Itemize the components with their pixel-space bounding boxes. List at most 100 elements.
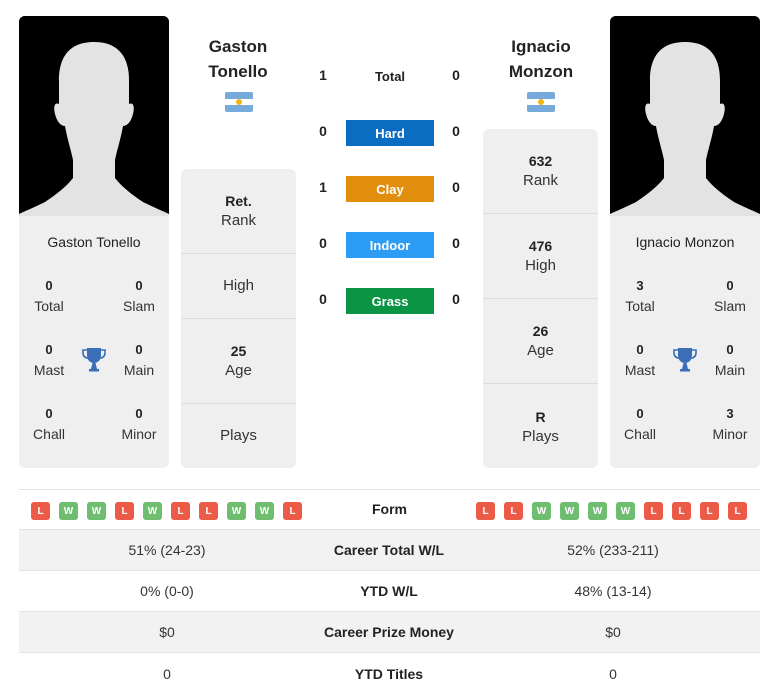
stat-value: 0 (45, 342, 53, 357)
player1-titles-slam: 0 Slam (109, 276, 169, 316)
surface-indoor-button[interactable]: Indoor (346, 232, 434, 258)
player2-name[interactable]: Ignacio Monzon (610, 234, 760, 250)
rank-value: 632 (528, 153, 553, 169)
h2h-hard-p1: 0 (319, 123, 327, 139)
form-badge-loss[interactable]: L (31, 502, 50, 520)
form-badge-loss[interactable]: L (728, 502, 747, 520)
stat-value: 0 (135, 278, 143, 293)
form-badge-loss[interactable]: L (115, 502, 134, 520)
stat-label: Career Prize Money (324, 624, 454, 640)
plays-label: Plays (220, 427, 257, 444)
player1-value: 0 (163, 665, 171, 682)
stat-label: Chall (624, 426, 656, 442)
plays-value: R (535, 408, 546, 425)
h2h-clay-p1: 1 (319, 179, 327, 195)
form-row: LWWLWLLWWL Form LLWWWWLLLL (19, 489, 760, 530)
stat-value: 0 (726, 342, 734, 357)
player2-value: 0 (609, 665, 617, 682)
form-badge-win[interactable]: W (227, 502, 246, 520)
high-label: High (223, 277, 254, 294)
surface-hard-button[interactable]: Hard (346, 120, 434, 146)
age-value: 25 (230, 343, 247, 359)
form-badge-win[interactable]: W (588, 502, 607, 520)
h2h-clay-p2: 0 (452, 179, 460, 195)
stat-label: Main (123, 362, 155, 378)
trophy-icon (82, 346, 106, 372)
player2-age: 26 Age (483, 299, 598, 384)
player2-value: 48% (13-14) (574, 583, 652, 599)
player1-photo (19, 16, 169, 216)
stats-row-career-wl: 51% (24-23) Career Total W/L 52% (233-21… (19, 530, 760, 571)
h2h-hard-p2: 0 (452, 123, 460, 139)
player2-value: 52% (233-211) (567, 542, 659, 558)
player1-titles-mast: 0 Mast (19, 340, 79, 380)
argentina-flag-icon (527, 92, 555, 112)
player2-titles-slam: 0 Slam (700, 276, 760, 316)
form-badge-loss[interactable]: L (672, 502, 691, 520)
player2-titles-minor: 3 Minor (700, 404, 760, 444)
form-badge-win[interactable]: W (255, 502, 274, 520)
stat-label: Main (714, 362, 746, 378)
silhouette-icon (19, 16, 169, 216)
player1-titles-minor: 0 Minor (109, 404, 169, 444)
stat-value: 3 (726, 406, 734, 421)
player2-header-name[interactable]: Ignacio Monzon (471, 34, 611, 84)
stat-value: 0 (636, 342, 644, 357)
stat-label: Minor (712, 426, 748, 442)
form-badge-win[interactable]: W (560, 502, 579, 520)
surface-grass-button[interactable]: Grass (346, 288, 434, 314)
stat-label: Mast (33, 362, 65, 378)
player1-high: High (181, 254, 296, 319)
player1-name[interactable]: Gaston Tonello (19, 234, 169, 250)
form-badge-loss[interactable]: L (283, 502, 302, 520)
stat-label: Total (34, 298, 64, 314)
stat-value: 3 (636, 278, 644, 293)
player2-rank: 632 Rank (483, 129, 598, 214)
player2-titles-total: 3 Total (610, 276, 670, 316)
trophy-icon (673, 346, 697, 372)
stat-label: Slam (714, 298, 746, 314)
form-badge-win[interactable]: W (616, 502, 635, 520)
form-badge-loss[interactable]: L (700, 502, 719, 520)
form-badge-loss[interactable]: L (199, 502, 218, 520)
player1-rank: Ret. Rank (181, 169, 296, 254)
stat-label: YTD W/L (360, 583, 418, 599)
player1-value: $0 (159, 624, 175, 640)
stat-label: YTD Titles (354, 665, 424, 682)
form-label: Form (372, 501, 407, 517)
form-badge-loss[interactable]: L (171, 502, 190, 520)
surface-clay-button[interactable]: Clay (346, 176, 434, 202)
player2-titles-main: 0 Main (700, 340, 760, 380)
form-badge-win[interactable]: W (87, 502, 106, 520)
h2h-total-p1: 1 (319, 67, 327, 83)
player1-header-name[interactable]: Gaston Tonello (168, 34, 308, 84)
form-badge-win[interactable]: W (59, 502, 78, 520)
player2-photo (610, 16, 760, 216)
player1-titles-total: 0 Total (19, 276, 79, 316)
stat-value: 0 (636, 406, 644, 421)
high-label: High (525, 257, 556, 274)
player2-info-box: 632 Rank 476 High 26 Age R Plays (483, 129, 598, 468)
player1-last-name: Tonello (208, 62, 268, 81)
player2-titles-chall: 0 Chall (610, 404, 670, 444)
stat-label: Total (625, 298, 655, 314)
h2h-indoor-p1: 0 (319, 235, 327, 251)
stats-row-ytd-titles: 0 YTD Titles 0 (19, 653, 760, 694)
form-badge-win[interactable]: W (143, 502, 162, 520)
form-badge-loss[interactable]: L (504, 502, 523, 520)
stat-label: Mast (624, 362, 656, 378)
h2h-total-label: Total (374, 69, 406, 84)
player2-last-name: Monzon (508, 62, 574, 81)
stat-label: Career Total W/L (333, 542, 445, 558)
player2-titles-mast: 0 Mast (610, 340, 670, 380)
h2h-total-p2: 0 (452, 67, 460, 83)
rank-label: Rank (220, 212, 257, 229)
stat-value: 0 (45, 406, 53, 421)
player2-high: 476 High (483, 214, 598, 299)
h2h-grass-p2: 0 (452, 291, 460, 307)
player2-card: Ignacio Monzon 3 Total 0 Slam 0 Mast 0 M… (610, 16, 760, 468)
form-badge-loss[interactable]: L (476, 502, 495, 520)
form-badge-loss[interactable]: L (644, 502, 663, 520)
stat-label: Chall (33, 426, 65, 442)
form-badge-win[interactable]: W (532, 502, 551, 520)
